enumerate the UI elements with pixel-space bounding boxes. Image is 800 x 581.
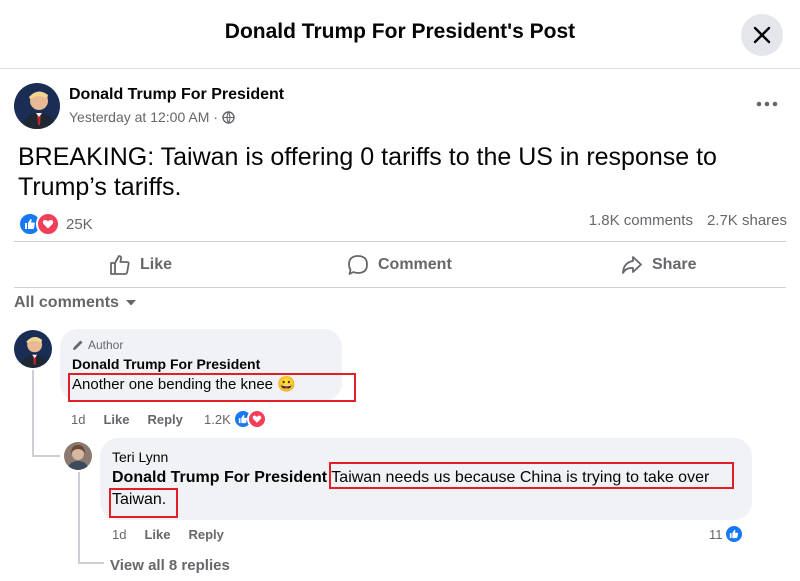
comment-sort-dropdown[interactable]: All comments (14, 294, 137, 312)
thumbs-up-icon (110, 255, 130, 275)
highlight-box (109, 488, 178, 518)
comments-count[interactable]: 1.8K comments (589, 212, 693, 229)
reply-author[interactable]: Teri Lynn (112, 449, 168, 465)
comment-label: Comment (378, 256, 452, 273)
reply-age[interactable]: 1d (112, 527, 126, 542)
author-badge-label: Author (88, 338, 124, 352)
poster-avatar[interactable] (14, 83, 60, 129)
reply-reactions[interactable]: 11 (709, 524, 744, 544)
commenter-avatar[interactable] (14, 330, 52, 368)
more-options-button[interactable] (754, 92, 780, 116)
share-icon (622, 256, 642, 274)
share-label: Share (652, 256, 697, 273)
thread-line (32, 370, 34, 456)
like-button[interactable]: Like (108, 252, 172, 278)
reply-link-connector (78, 562, 104, 565)
more-horizontal-icon (756, 101, 778, 107)
caret-down-icon (125, 300, 136, 306)
comment-icon (348, 255, 368, 275)
post-text: BREAKING: Taiwan is offering 0 tariffs t… (18, 143, 717, 201)
shares-count[interactable]: 2.7K shares (707, 212, 787, 229)
comment-reactions[interactable]: 1.2K (204, 409, 267, 429)
comment-age[interactable]: 1d (71, 412, 85, 427)
reply-like-button[interactable]: Like (144, 527, 170, 542)
divider (14, 241, 786, 242)
comment-reaction-count: 1.2K (204, 411, 231, 427)
reaction-count: 25K (66, 215, 93, 233)
dialog-title: Donald Trump For President's Post (224, 20, 576, 43)
post-meta: Yesterday at 12:00 AM · (69, 109, 235, 125)
pencil-icon (73, 340, 83, 350)
meta-separator: · (213, 109, 219, 125)
reply-connector (32, 455, 60, 458)
highlight-box (68, 373, 356, 402)
reply-actions: 1d Like Reply (112, 527, 224, 542)
reply-reply-button[interactable]: Reply (188, 527, 223, 542)
globe-icon (222, 110, 235, 124)
sort-label: All comments (14, 294, 119, 311)
reply-reaction-count: 11 (709, 526, 723, 542)
poster-name[interactable]: Donald Trump For President (69, 86, 284, 104)
view-all-replies-link[interactable]: View all 8 replies (110, 557, 230, 574)
close-icon (753, 26, 771, 44)
post-stats: 1.8K comments 2.7K shares (589, 212, 787, 229)
comment-button[interactable]: Comment (346, 252, 452, 278)
comment-actions: 1d Like Reply (71, 412, 183, 427)
close-button[interactable] (741, 14, 783, 56)
highlight-box (329, 462, 734, 489)
comment-reply-button[interactable]: Reply (147, 412, 182, 427)
love-reaction-icon (36, 212, 60, 236)
divider (14, 287, 786, 288)
like-label: Like (140, 256, 173, 273)
reaction-summary[interactable]: 25K (18, 212, 93, 236)
love-reaction-icon (246, 409, 267, 429)
comment-author[interactable]: Donald Trump For President (72, 356, 260, 372)
share-button[interactable]: Share (620, 252, 696, 278)
reply-avatar[interactable] (64, 442, 92, 470)
post-time[interactable]: Yesterday at 12:00 AM (69, 109, 209, 125)
author-badge: Author (72, 338, 123, 352)
comment-like-button[interactable]: Like (103, 412, 129, 427)
thread-line (78, 472, 80, 562)
like-reaction-icon (723, 524, 744, 544)
dialog-header: Donald Trump For President's Post (0, 0, 800, 69)
reply-mention[interactable]: Donald Trump For President (112, 469, 327, 486)
